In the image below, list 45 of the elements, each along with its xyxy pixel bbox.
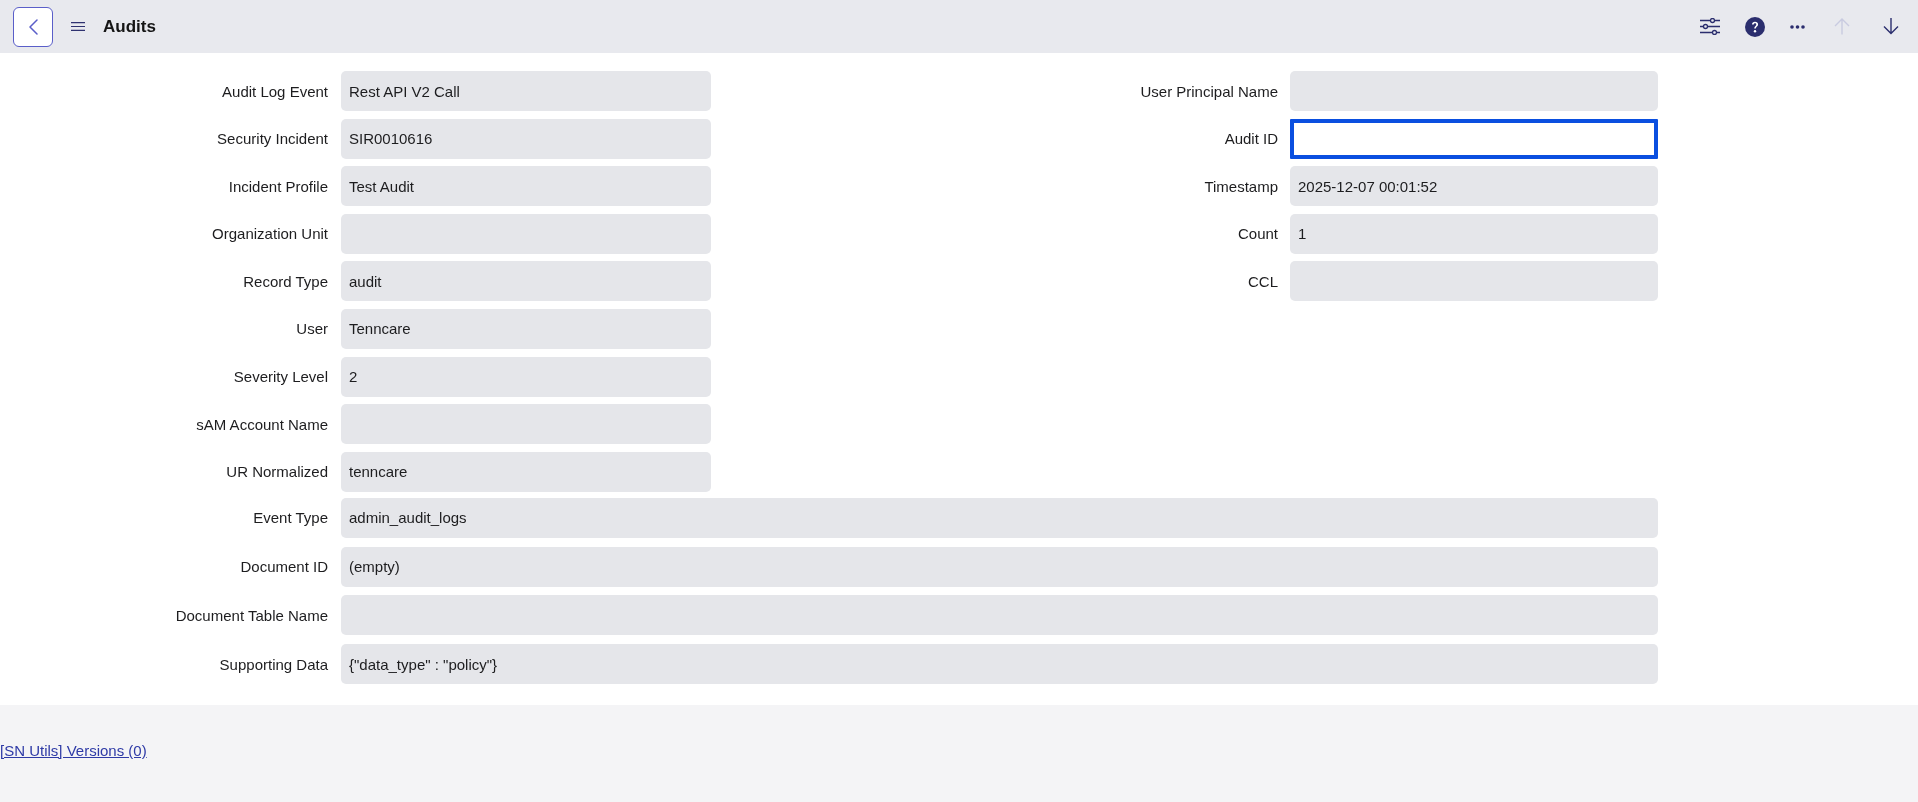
field-label: User Principal Name [1140, 82, 1278, 100]
versions-link[interactable]: [SN Utils] Versions (0) [0, 742, 147, 760]
field-label: Organization Unit [212, 225, 328, 243]
field-label: sAM Account Name [196, 415, 328, 433]
text-field[interactable]: tenncare [341, 451, 711, 492]
text-field[interactable]: {"data_type" : "policy"} [341, 644, 1658, 685]
page-title: Audits [103, 16, 156, 37]
menu-icon[interactable] [71, 22, 85, 31]
field-label: Incident Profile [228, 177, 328, 195]
chevron-left-icon [28, 18, 38, 35]
text-field[interactable]: SIR0010616 [341, 118, 711, 159]
text-field[interactable] [341, 595, 1658, 636]
field-label: Security Incident [217, 130, 328, 148]
field-label: Document ID [240, 558, 328, 576]
field-label: Audit ID [1224, 130, 1278, 148]
field-label: Count [1237, 225, 1278, 243]
text-field[interactable]: 1 [1290, 213, 1658, 254]
field-label: Record Type [243, 272, 328, 290]
more-icon[interactable] [1790, 24, 1805, 29]
field-label: Document Table Name [175, 606, 328, 624]
field-label: Audit Log Event [222, 82, 328, 100]
text-field[interactable] [341, 213, 711, 254]
text-field[interactable] [341, 404, 711, 445]
text-field[interactable]: Test Audit [341, 166, 711, 207]
field-label: UR Normalized [226, 463, 328, 481]
back-button[interactable] [13, 6, 53, 47]
field-label: Supporting Data [219, 655, 328, 673]
help-icon[interactable] [1745, 16, 1765, 37]
text-field[interactable]: Rest API V2 Call [341, 71, 711, 111]
field-label: Severity Level [233, 368, 328, 386]
arrow-down-icon[interactable] [1883, 18, 1899, 35]
field-label: CCL [1248, 272, 1278, 290]
text-field[interactable]: 2025-12-07 00:01:52 [1290, 166, 1658, 207]
text-field[interactable] [1290, 118, 1658, 159]
text-field[interactable]: 2 [341, 356, 711, 397]
text-field[interactable] [1290, 71, 1658, 111]
text-field[interactable]: Tenncare [341, 308, 711, 349]
text-field[interactable]: admin_audit_logs [341, 497, 1658, 538]
field-label: Timestamp [1204, 177, 1278, 195]
text-field[interactable]: audit [341, 261, 711, 302]
text-field[interactable] [1290, 261, 1658, 302]
field-label: Event Type [253, 509, 328, 527]
field-label: User [296, 320, 328, 338]
sliders-icon[interactable] [1700, 18, 1720, 35]
text-field[interactable]: (empty) [341, 546, 1658, 587]
